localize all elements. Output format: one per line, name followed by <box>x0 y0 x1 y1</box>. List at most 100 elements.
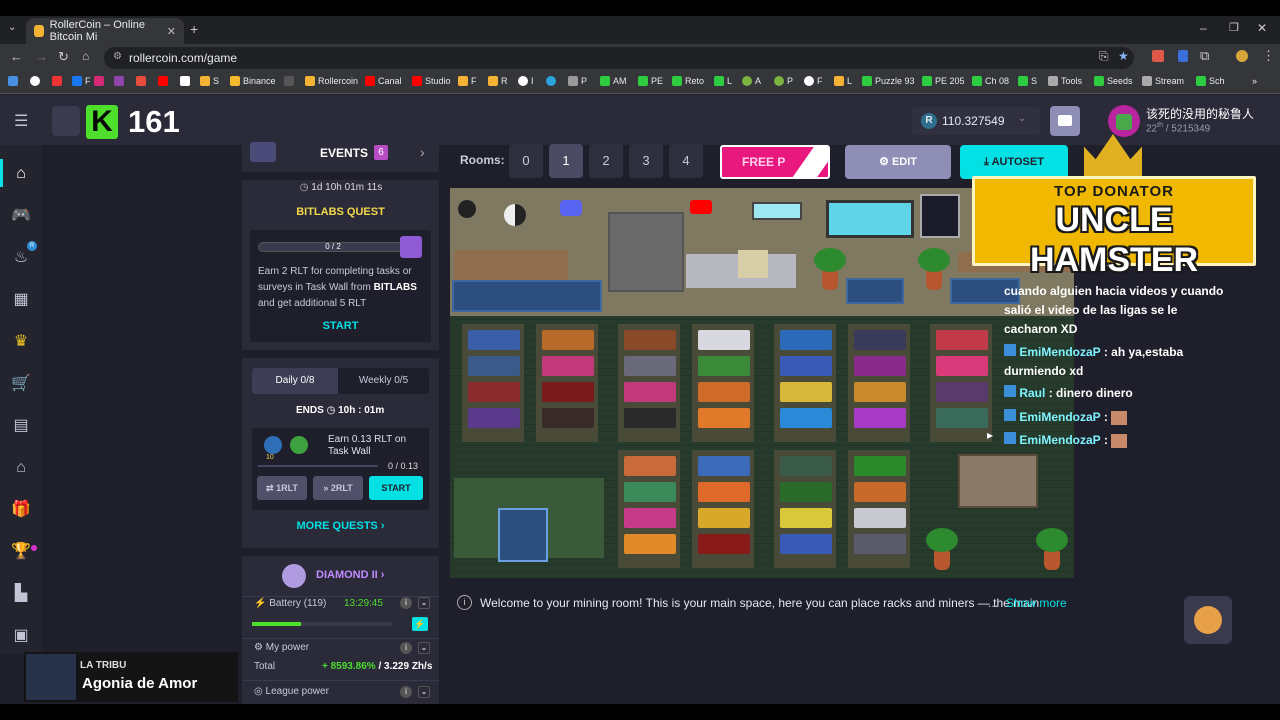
bookmark-folder[interactable]: Stream <box>1142 76 1184 86</box>
miner[interactable] <box>698 456 750 476</box>
chevron-down-icon[interactable]: ⌄ <box>418 597 430 609</box>
back-icon[interactable]: ← <box>10 49 23 64</box>
username[interactable]: 该死的没用的秘鲁人 <box>1146 105 1254 122</box>
miner[interactable] <box>468 330 520 350</box>
bookmark-item[interactable]: PE 205 <box>922 76 965 86</box>
extension-metamask-icon[interactable] <box>1152 50 1164 62</box>
wallet-button[interactable] <box>1050 106 1080 136</box>
miner[interactable] <box>624 456 676 476</box>
browser-tab[interactable]: RollerCoin – Online Bitcoin Mi ✕ <box>26 18 184 44</box>
stats-icon[interactable]: ▙ <box>11 585 31 603</box>
bookmark-item[interactable] <box>8 76 21 86</box>
miner[interactable] <box>936 356 988 376</box>
miner[interactable] <box>780 456 832 476</box>
miner[interactable] <box>780 482 832 502</box>
user-avatar[interactable] <box>1108 105 1140 137</box>
miner[interactable] <box>936 408 988 428</box>
bookmark-item[interactable] <box>30 76 43 86</box>
menu-toggle-icon[interactable]: ☰ <box>14 111 28 131</box>
calendar-icon[interactable]: ▦ <box>11 291 31 309</box>
miner[interactable] <box>624 482 676 502</box>
miner[interactable] <box>854 408 906 428</box>
extensions-puzzle-icon[interactable]: ⧉ <box>1200 48 1209 64</box>
rewards-icon[interactable]: ♨ <box>11 249 31 267</box>
extension-blue-icon[interactable] <box>1178 50 1188 62</box>
bookmark-item[interactable]: P <box>568 76 587 86</box>
bookmark-item[interactable]: F <box>72 76 91 86</box>
close-tab-icon[interactable]: ✕ <box>167 25 176 38</box>
bookmark-item[interactable]: Sch <box>1196 76 1225 86</box>
quest-start-button[interactable]: START <box>250 320 431 332</box>
bookmark-item[interactable]: F <box>458 76 477 86</box>
shop-icon[interactable]: ⌂ <box>11 459 31 477</box>
home-icon[interactable]: ⌂ <box>11 165 31 183</box>
miner[interactable] <box>854 356 906 376</box>
marketplace-cart-icon[interactable]: 🛒 <box>11 375 31 393</box>
bookmark-star-icon[interactable]: ★ <box>1118 49 1129 63</box>
miner[interactable] <box>854 330 906 350</box>
new-tab-icon[interactable]: + <box>190 21 198 37</box>
chevron-down-icon[interactable]: ⌄ <box>418 642 430 654</box>
miner[interactable] <box>854 508 906 528</box>
window-close-icon[interactable]: ✕ <box>1257 21 1267 35</box>
bookmark-item[interactable]: Reto <box>672 76 704 86</box>
bookmark-item[interactable]: Rollercoin <box>305 76 358 86</box>
miner[interactable] <box>624 408 676 428</box>
tab-weekly[interactable]: Weekly 0/5 <box>338 368 429 394</box>
bookmark-item[interactable] <box>114 76 127 86</box>
install-icon[interactable]: ⎘ <box>1099 49 1109 64</box>
bookmark-item[interactable] <box>284 76 297 86</box>
miner[interactable] <box>698 508 750 528</box>
home-icon[interactable]: ⌂ <box>82 49 89 63</box>
storage-icon[interactable]: ▤ <box>11 417 31 435</box>
bookmark-item[interactable] <box>52 76 65 86</box>
miner[interactable] <box>936 330 988 350</box>
bookmark-folder[interactable]: Tools <box>1048 76 1082 86</box>
room-0-button[interactable]: 0 <box>509 144 543 178</box>
pay-1rlt-button[interactable]: ⇄ 1RLT <box>257 476 307 500</box>
bookmark-item[interactable]: A <box>742 76 761 86</box>
bookmark-item[interactable]: PE <box>638 76 663 86</box>
bookmark-item[interactable]: P <box>774 76 793 86</box>
bookmark-item[interactable]: Canal <box>365 76 402 86</box>
miner[interactable] <box>542 330 594 350</box>
bookmark-item[interactable]: Ch 08 <box>972 76 1009 86</box>
miner[interactable] <box>542 356 594 376</box>
autoset-button[interactable]: ⤓ AUTOSET <box>960 145 1068 179</box>
bookmark-item[interactable]: S <box>200 76 219 86</box>
bookmark-item[interactable] <box>180 76 193 86</box>
miner[interactable] <box>542 408 594 428</box>
miner[interactable] <box>780 508 832 528</box>
miner[interactable] <box>624 356 676 376</box>
bookmark-item[interactable]: Binance <box>230 76 276 86</box>
room-1-button[interactable]: 1 <box>549 144 583 178</box>
bookmark-item[interactable]: L <box>834 76 852 86</box>
miner[interactable] <box>698 482 750 502</box>
miner[interactable] <box>854 456 906 476</box>
edit-room-button[interactable]: ⚙ EDIT <box>845 145 951 179</box>
miner[interactable] <box>854 382 906 402</box>
bookmark-item[interactable] <box>158 76 171 86</box>
browser-menu-icon[interactable]: ⋮ <box>1262 48 1275 64</box>
miner[interactable] <box>698 408 750 428</box>
miner[interactable] <box>780 356 832 376</box>
info-icon[interactable]: i <box>400 597 412 609</box>
bookmark-item[interactable]: R <box>488 76 508 86</box>
minimize-icon[interactable]: – <box>1200 21 1207 35</box>
bookmark-item[interactable]: AM <box>600 76 627 86</box>
news-icon[interactable]: ▣ <box>11 627 31 645</box>
bookmark-item[interactable]: L <box>714 76 732 86</box>
events-button[interactable]: EVENTS 6 › <box>242 140 439 172</box>
chevron-down-icon[interactable]: ⌄ <box>418 686 430 698</box>
bookmark-item[interactable]: Seeds <box>1094 76 1133 86</box>
show-more-link[interactable]: Show more <box>1006 596 1067 610</box>
miner[interactable] <box>698 382 750 402</box>
bookmark-item[interactable]: I <box>518 76 534 86</box>
miner[interactable] <box>780 382 832 402</box>
miner[interactable] <box>624 382 676 402</box>
miner[interactable] <box>780 534 832 554</box>
miner[interactable] <box>542 382 594 402</box>
more-quests-link[interactable]: MORE QUESTS › <box>242 520 439 532</box>
room-2-button[interactable]: 2 <box>589 144 623 178</box>
room-4-button[interactable]: 4 <box>669 144 703 178</box>
